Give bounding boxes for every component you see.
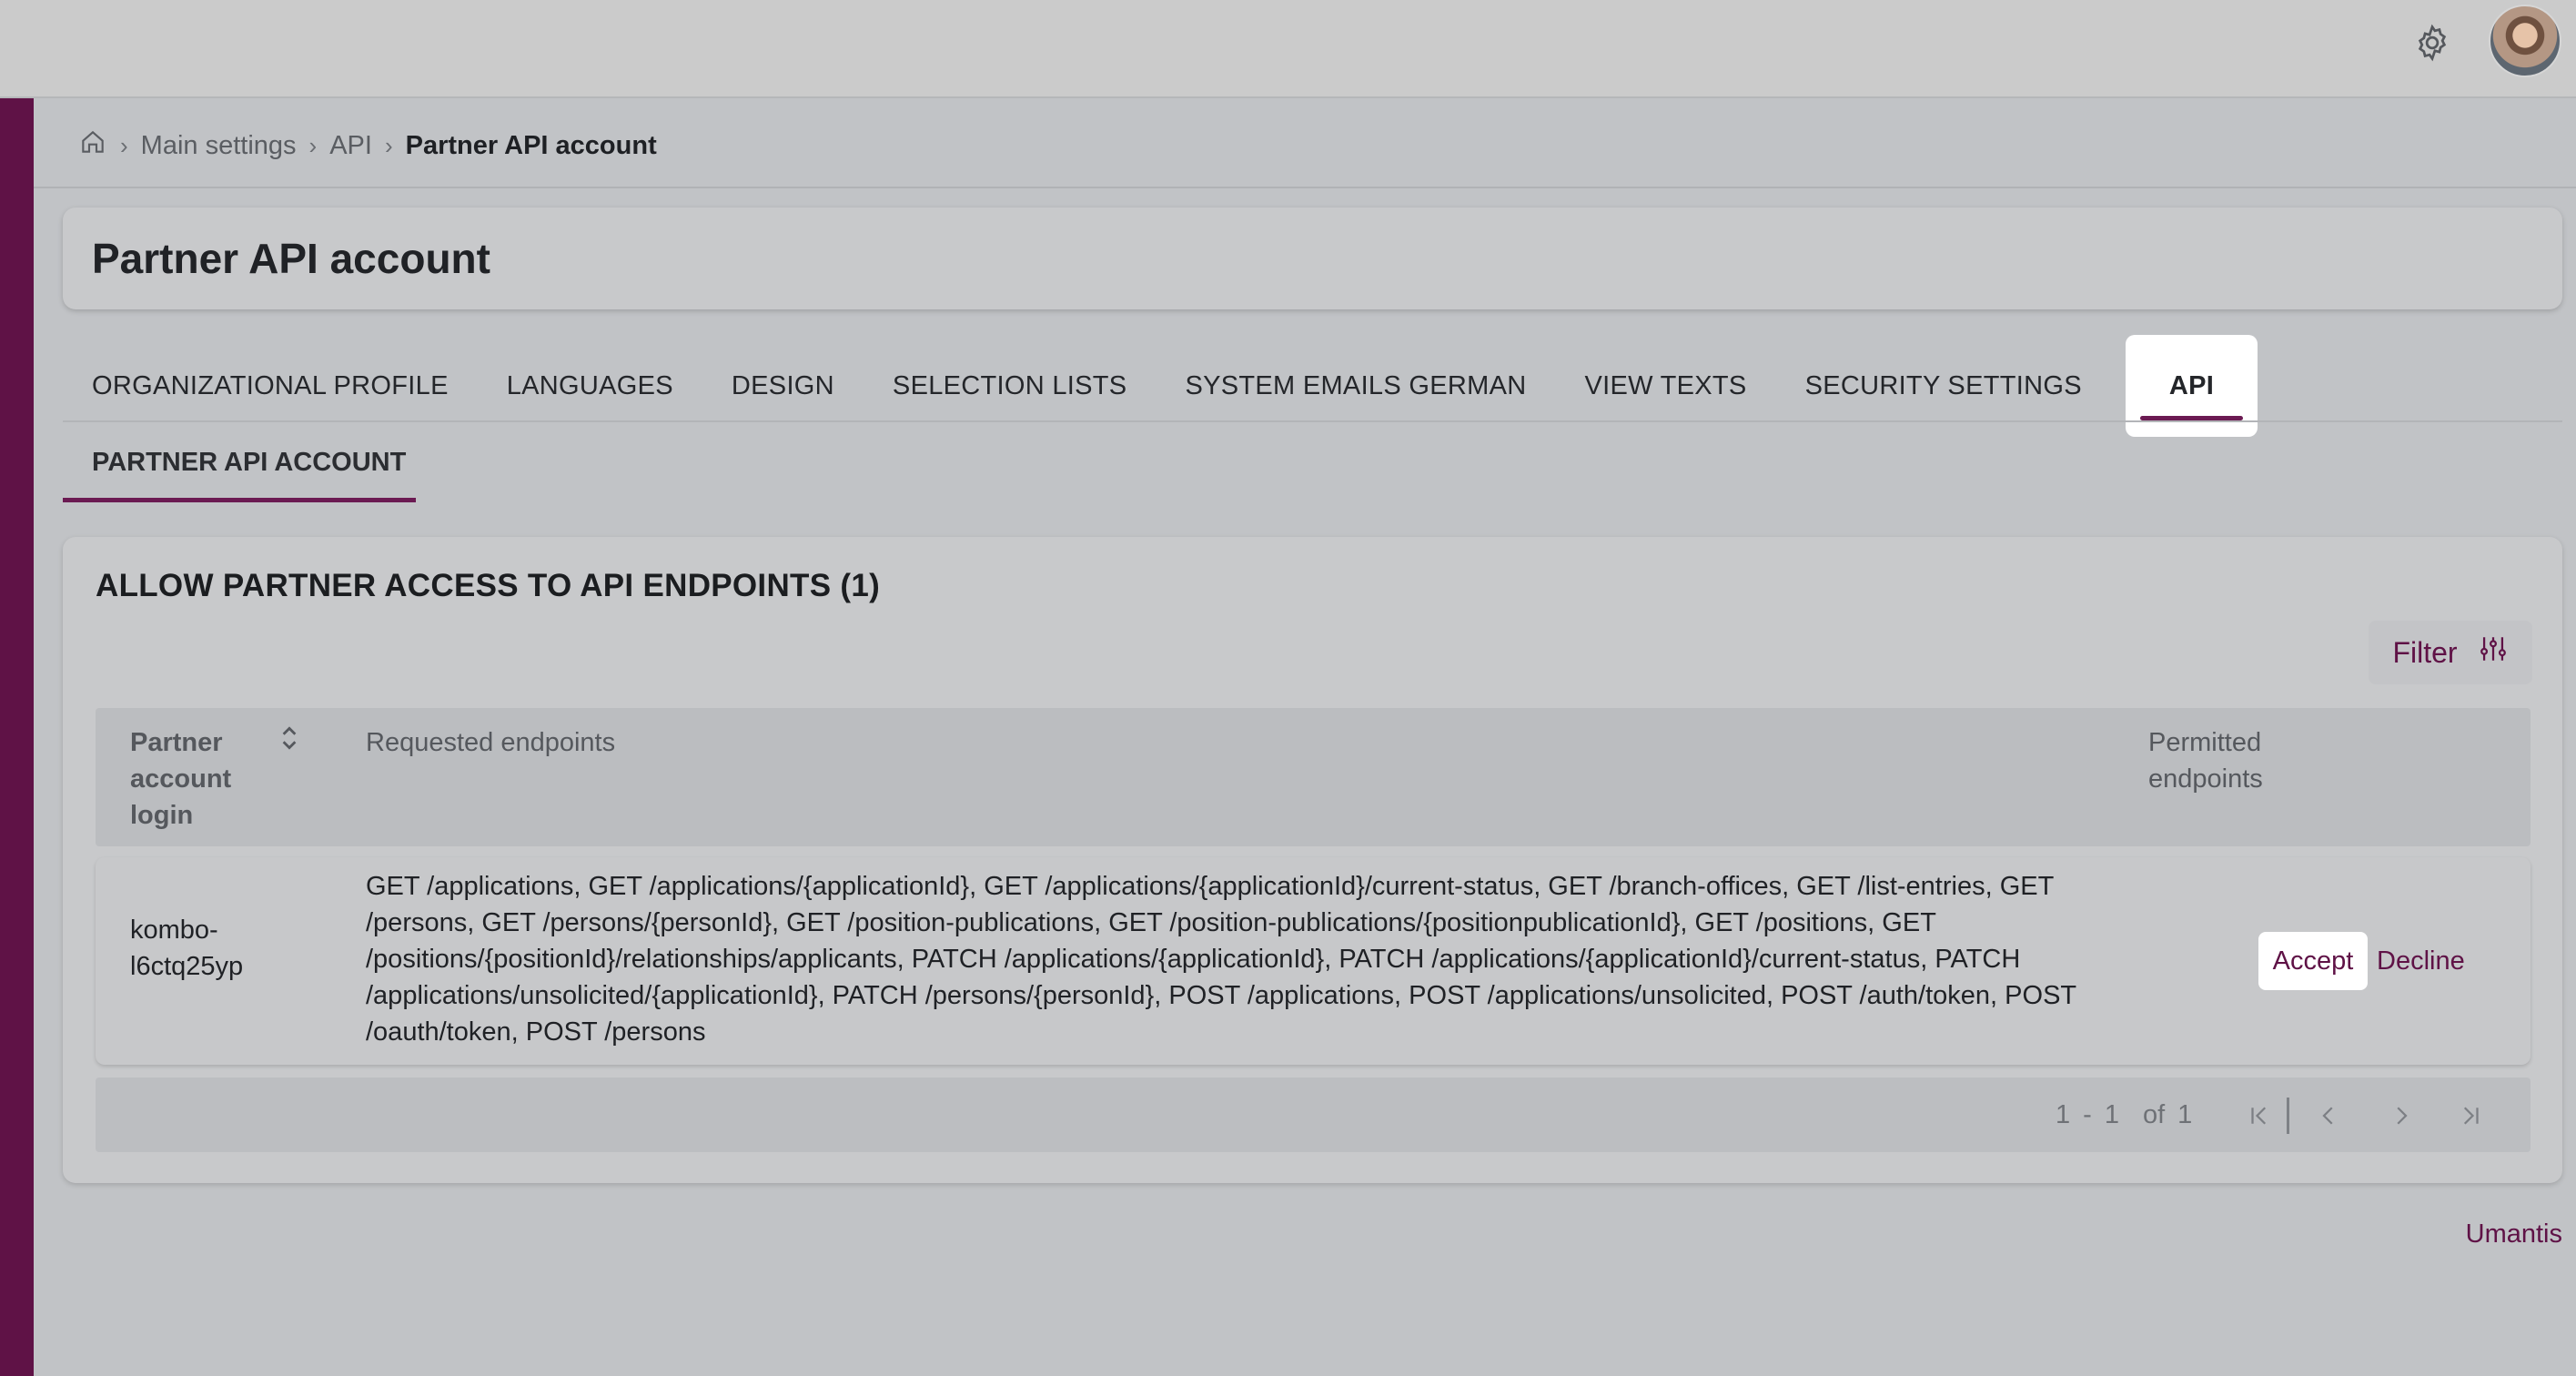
pagination-total: 1 <box>2177 1099 2193 1129</box>
pagination-from: 1 <box>2056 1099 2071 1129</box>
gear-icon[interactable] <box>2409 20 2455 66</box>
endpoints-panel: ALLOW PARTNER ACCESS TO API ENDPOINTS (1… <box>63 537 2562 1183</box>
table-row: kombo-l6ctq25yp GET /applications, GET /… <box>96 857 2531 1065</box>
divider <box>34 187 2576 188</box>
home-icon[interactable] <box>78 127 107 164</box>
column-header-login[interactable]: Partner account login <box>130 724 276 834</box>
filter-button[interactable]: Filter <box>2369 621 2532 684</box>
top-bar <box>0 0 2576 98</box>
requested-endpoints-cell: GET /applications, GET /applications/{ap… <box>366 872 2076 1047</box>
breadcrumb-separator: › <box>308 131 318 159</box>
breadcrumb-item-main-settings[interactable]: Main settings <box>141 131 297 161</box>
divider <box>63 420 2562 422</box>
pagination-to: 1 <box>2104 1099 2119 1129</box>
umantis-link[interactable]: Umantis <box>2466 1219 2562 1250</box>
pagination: 1 - 1 of 1 <box>96 1078 2531 1152</box>
breadcrumb-current: Partner API account <box>405 130 657 160</box>
pagination-of: of <box>2142 1099 2166 1129</box>
column-header-requested: Requested endpoints <box>366 728 616 757</box>
breadcrumb-separator: › <box>120 131 128 159</box>
first-page-icon[interactable] <box>2236 1092 2283 1139</box>
pagination-dash: - <box>2083 1099 2092 1129</box>
user-avatar[interactable] <box>2489 5 2561 77</box>
breadcrumb: › Main settings › API › Partner API acco… <box>78 126 657 166</box>
page-title-card: Partner API account <box>63 207 2562 309</box>
subtab-partner-api-account[interactable]: PARTNER API ACCOUNT <box>63 428 416 502</box>
next-page-icon[interactable] <box>2378 1092 2425 1139</box>
column-header-permitted: Permitted endpoints <box>2148 728 2263 794</box>
left-accent-bar <box>0 98 34 1376</box>
sort-icon[interactable] <box>278 723 301 758</box>
panel-title: ALLOW PARTNER ACCESS TO API ENDPOINTS (1… <box>96 568 881 603</box>
pagination-range: 1 - 1 of 1 <box>2056 1078 2192 1152</box>
filter-label: Filter <box>2392 635 2458 669</box>
table-header: Partner account login Requested endpoint… <box>96 708 2531 846</box>
decline-button[interactable]: Decline <box>2377 932 2465 990</box>
page-title: Partner API account <box>92 235 490 282</box>
breadcrumb-separator: › <box>384 131 393 159</box>
sliders-icon <box>2478 633 2509 672</box>
last-page-icon[interactable] <box>2447 1092 2494 1139</box>
breadcrumb-item-api[interactable]: API <box>329 131 372 161</box>
pagination-separator <box>2287 1098 2289 1134</box>
accept-button[interactable]: Accept <box>2258 932 2368 990</box>
prev-page-icon[interactable] <box>2305 1092 2352 1139</box>
partner-login-cell: kombo-l6ctq25yp <box>130 916 244 981</box>
